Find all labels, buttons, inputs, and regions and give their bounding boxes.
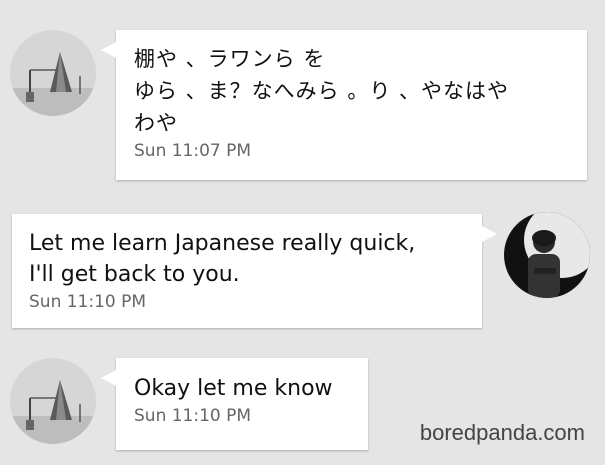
contact-avatar-photo <box>10 30 96 116</box>
contact-avatar-photo <box>10 358 96 444</box>
watermark: boredpanda.com <box>419 420 585 445</box>
message-text: Okay let me know <box>134 376 333 401</box>
message-timestamp: Sun 11:07 PM <box>134 141 252 161</box>
my-avatar-photo <box>504 212 590 298</box>
message-bubble-received[interactable]: Okay let me know Sun 11:10 PM <box>101 358 368 450</box>
message-text: Let me learn Japanese really quick, I'll… <box>29 231 416 287</box>
message-text: 棚や 、ラワンら を ゆら 、ま？なへみら 。り 、やなはや わや <box>134 47 510 135</box>
contact-avatar[interactable] <box>10 358 96 444</box>
contact-avatar[interactable] <box>10 30 96 116</box>
message-bubble-received[interactable]: 棚や 、ラワンら を ゆら 、ま？なへみら 。り 、やなはや わや Sun 11… <box>101 30 587 180</box>
my-avatar[interactable] <box>504 212 590 298</box>
message-timestamp: Sun 11:10 PM <box>134 406 252 426</box>
message-bubble-sent[interactable]: Let me learn Japanese really quick, I'll… <box>12 214 497 328</box>
message-timestamp: Sun 11:10 PM <box>29 292 147 312</box>
